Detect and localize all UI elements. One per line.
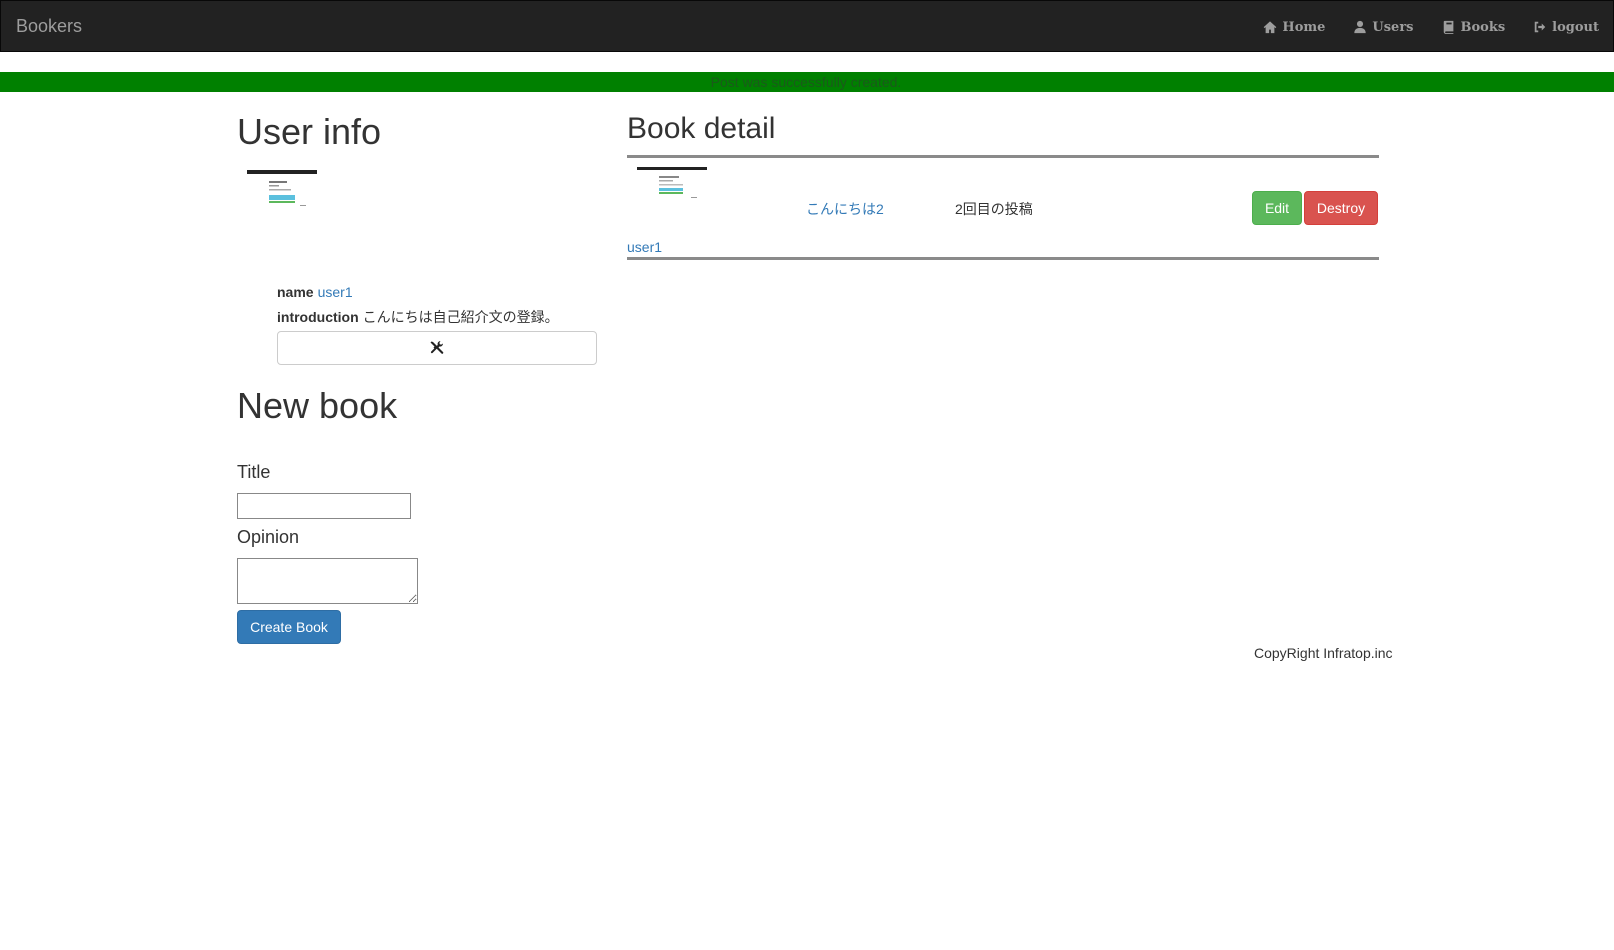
nav-item-home[interactable]: Home [1249,1,1339,53]
navbar-brand[interactable]: Bookers [16,16,82,37]
footer-copyright: CopyRight Infratop.inc [1254,645,1393,661]
title-label: Title [237,462,271,482]
table-bottom-border [627,257,1379,260]
destroy-book-button[interactable]: Destroy [1304,191,1378,225]
nav-item-books[interactable]: Books [1428,1,1520,53]
profile-table: name user1 introduction こんにちは自己紹介文の登録。 [277,280,559,330]
nav-item-label: logout [1552,19,1599,35]
introduction-value: こんにちは自己紹介文の登録。 [362,309,559,325]
user-name-link[interactable]: user1 [318,284,353,300]
nav-item-label: Home [1282,19,1326,35]
profile-image [247,170,317,208]
book-icon [1443,20,1453,34]
user-info-column: User info name user1 introduction こんにちは自己紹… [237,108,607,644]
opinion-label: Opinion [237,527,300,547]
opinion-textarea[interactable] [237,558,418,604]
wrench-icon [430,341,444,354]
book-detail-heading: Book detail [627,112,776,145]
book-title-link[interactable]: こんにちは2 [806,199,884,219]
user-icon [1354,20,1367,34]
flash-message: Post was successfully created. [710,74,902,90]
book-detail-column: Book detail こんにちは2 2回目の投稿 Edit Destroy u… [627,108,1379,260]
book-user-image[interactable] [637,167,707,201]
navbar: Bookers Home Users Books logout [0,0,1614,52]
user-info-heading: User info [237,111,382,152]
nav-item-users[interactable]: Users [1339,1,1427,53]
book-body: 2回目の投稿 [955,201,1033,217]
nav-item-logout[interactable]: logout [1519,1,1613,53]
nav-item-label: Users [1372,19,1414,35]
new-book-heading: New book [237,385,398,426]
table-top-border [627,155,1379,158]
book-user-link[interactable]: user1 [627,239,662,255]
profile-name-row: name user1 [277,280,559,305]
title-input[interactable] [237,493,411,519]
flash-notice: Post was successfully created. [0,72,1614,92]
edit-profile-button[interactable] [277,331,597,365]
logout-icon [1534,21,1546,33]
navbar-menu: Home Users Books logout [1249,1,1613,53]
introduction-key: introduction [277,309,359,325]
home-icon [1264,21,1277,34]
profile-introduction-row: introduction こんにちは自己紹介文の登録。 [277,305,559,330]
name-key: name [277,284,314,300]
create-book-button[interactable]: Create Book [237,610,341,644]
nav-item-label: Books [1460,19,1506,35]
edit-book-button[interactable]: Edit [1252,191,1302,225]
